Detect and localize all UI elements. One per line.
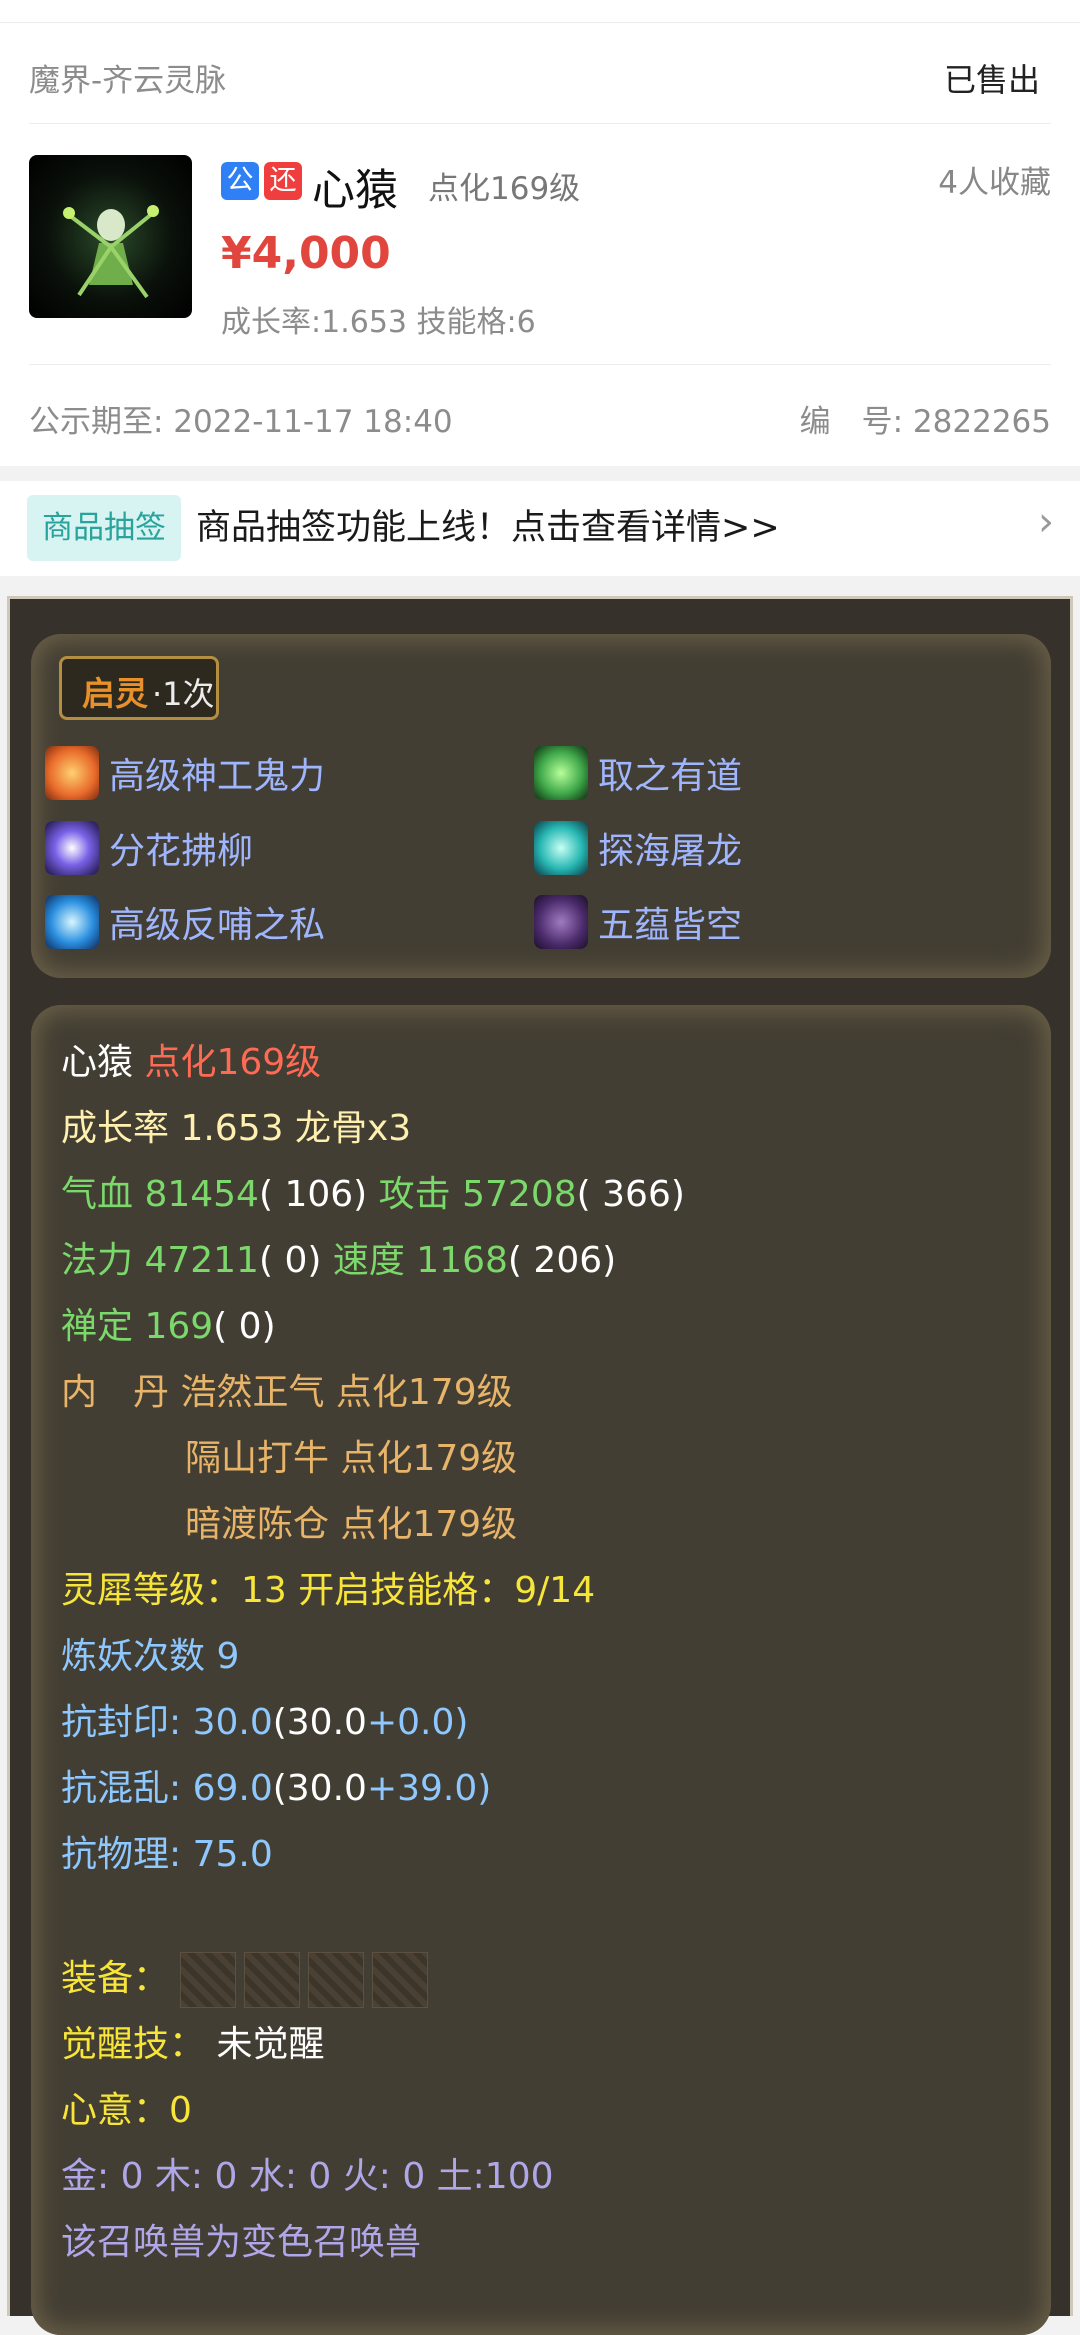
skill-item[interactable]: 取之有道 (534, 745, 742, 801)
favorite-count: 4人收藏 (938, 165, 1051, 201)
stat-name-line: 心猿 点化169级 (61, 1033, 321, 1085)
stat-zen: 禅定 169( 0) (61, 1297, 276, 1349)
promo-tag: 商品抽签 (27, 495, 181, 561)
stat-growth: 成长率 1.653 龙骨x3 (61, 1108, 412, 1149)
awaken-value: 未觉醒 (216, 2024, 325, 2065)
equipment-slot[interactable] (308, 1952, 365, 2008)
skill-name: 探海屠龙 (598, 831, 743, 872)
stat-hp-atk: 气血 81454( 106) 攻击 57208( 366) (61, 1165, 685, 1217)
neidan-3: 暗渡陈仓 点化179级 (185, 1504, 518, 1545)
qiling-label: 启灵 (82, 674, 148, 713)
mp-value: 法力 47211 (61, 1240, 259, 1281)
dark-mist-icon (534, 895, 588, 949)
equipment-row: 装备： (61, 1949, 436, 2008)
fist-fire-icon (45, 746, 99, 800)
divider (29, 123, 1051, 124)
variant-note: 该召唤兽为变色召唤兽 (61, 2222, 422, 2263)
promo-banner[interactable]: 商品抽签 商品抽签功能上线！点击查看详情>> › (0, 481, 1080, 576)
qiling-skill-panel: 启灵 ·1次 高级神工鬼力 取之有道 分花拂柳 探海屠龙 高级反哺之私 五蕴皆空 (31, 634, 1051, 978)
spd-value: 速度 1168 (332, 1240, 508, 1281)
pet-detail-panel: 启灵 ·1次 高级神工鬼力 取之有道 分花拂柳 探海屠龙 高级反哺之私 五蕴皆空 (7, 596, 1073, 2335)
zen-bonus: ( 0) (213, 1306, 276, 1347)
mp-bonus: ( 0) (258, 1240, 322, 1281)
chaos-value: 抗混乱: 69.0 (61, 1768, 273, 1809)
skill-item[interactable]: 分花拂柳 (45, 820, 253, 876)
server-name: 魔界-齐云灵脉 (29, 63, 227, 99)
awaken-row: 觉醒技： 未觉醒 (61, 2015, 324, 2067)
seal-plus: +0.0) (366, 1702, 469, 1743)
pet-name: 心猿 (312, 166, 398, 216)
atk-bonus: ( 366) (576, 1174, 685, 1215)
hp-value: 气血 81454 (61, 1174, 259, 1215)
divider (0, 22, 1080, 23)
chaos-base: 30.0 (286, 1768, 367, 1809)
qiling-count: ·1次 (152, 675, 215, 713)
return-badge: 还 (264, 162, 302, 200)
purple-swirl-icon (45, 821, 99, 875)
equipment-label: 装备： (61, 1958, 170, 1999)
divider (29, 364, 1051, 365)
cyan-dragon-icon (534, 821, 588, 875)
pet-level: 点化169级 (428, 171, 581, 207)
elements: 金: 0 木: 0 水: 0 火: 0 土:100 (61, 2156, 554, 2197)
skill-name: 高级反哺之私 (109, 905, 326, 946)
stat-pet-name: 心猿 (61, 1042, 134, 1083)
promo-text[interactable]: 商品抽签功能上线！点击查看详情>> (196, 499, 780, 550)
stat-mp-spd: 法力 47211( 0) 速度 1168( 206) (61, 1231, 616, 1283)
growth-skill-summary: 成长率:1.653 技能格:6 (221, 305, 536, 340)
resist-physical: 抗物理: 75.0 (61, 1834, 273, 1875)
chaos-plus: +39.0) (366, 1768, 492, 1809)
resist-chaos: 抗混乱: 69.0(30.0+39.0) (61, 1759, 491, 1811)
serial-number: 编 号: 2822265 (799, 404, 1051, 440)
spd-bonus: ( 206) (507, 1240, 617, 1281)
green-vortex-icon (534, 746, 588, 800)
equipment-slot[interactable] (244, 1952, 301, 2008)
lianyao-count: 炼妖次数 9 (61, 1636, 240, 1677)
pet-thumbnail[interactable] (29, 155, 192, 318)
lingxi-level: 灵犀等级：13 开启技能格：9/14 (61, 1570, 596, 1611)
neidan-2: 隔山打牛 点化179级 (185, 1438, 518, 1479)
seal-base: 30.0 (286, 1702, 367, 1743)
seal-paren: ( (272, 1702, 287, 1743)
skill-item[interactable]: 高级神工鬼力 (45, 745, 325, 801)
qiling-badge: 启灵 ·1次 (59, 656, 219, 720)
chevron-right-icon[interactable]: › (1038, 499, 1054, 545)
zen-value: 禅定 169 (61, 1306, 214, 1347)
skill-name: 五蕴皆空 (598, 905, 743, 946)
price: ¥4,000 (221, 228, 391, 279)
skill-item[interactable]: 探海屠龙 (534, 820, 742, 876)
skill-item[interactable]: 高级反哺之私 (45, 894, 325, 950)
pet-stats-panel: 心猿 点化169级 成长率 1.653 龙骨x3 气血 81454( 106) … (31, 1005, 1051, 2335)
listing-card: 魔界-齐云灵脉 已售出 公 还 心猿 点化169级 4人收藏 ¥4,000 成长… (0, 0, 1080, 466)
blue-spirit-icon (45, 895, 99, 949)
seal-value: 抗封印: 30.0 (61, 1702, 273, 1743)
hp-bonus: ( 106) (258, 1174, 368, 1215)
public-until: 公示期至: 2022-11-17 18:40 (29, 404, 453, 440)
skill-item[interactable]: 五蕴皆空 (534, 894, 742, 950)
equipment-slot[interactable] (372, 1952, 429, 2008)
resist-seal: 抗封印: 30.0(30.0+0.0) (61, 1693, 468, 1745)
public-badge: 公 (221, 162, 259, 200)
chaos-paren: ( (272, 1768, 287, 1809)
xinyi: 心意：0 (61, 2090, 192, 2131)
awaken-label: 觉醒技： (61, 2024, 206, 2065)
sold-status: 已售出 (943, 61, 1040, 99)
equipment-slot[interactable] (180, 1952, 237, 2008)
atk-value: 攻击 57208 (378, 1174, 577, 1215)
skill-name: 取之有道 (598, 756, 743, 797)
neidan-1: 内 丹 浩然正气 点化179级 (61, 1372, 513, 1413)
skill-name: 高级神工鬼力 (109, 756, 326, 797)
skill-name: 分花拂柳 (109, 831, 254, 872)
stat-pet-level: 点化169级 (144, 1042, 322, 1083)
